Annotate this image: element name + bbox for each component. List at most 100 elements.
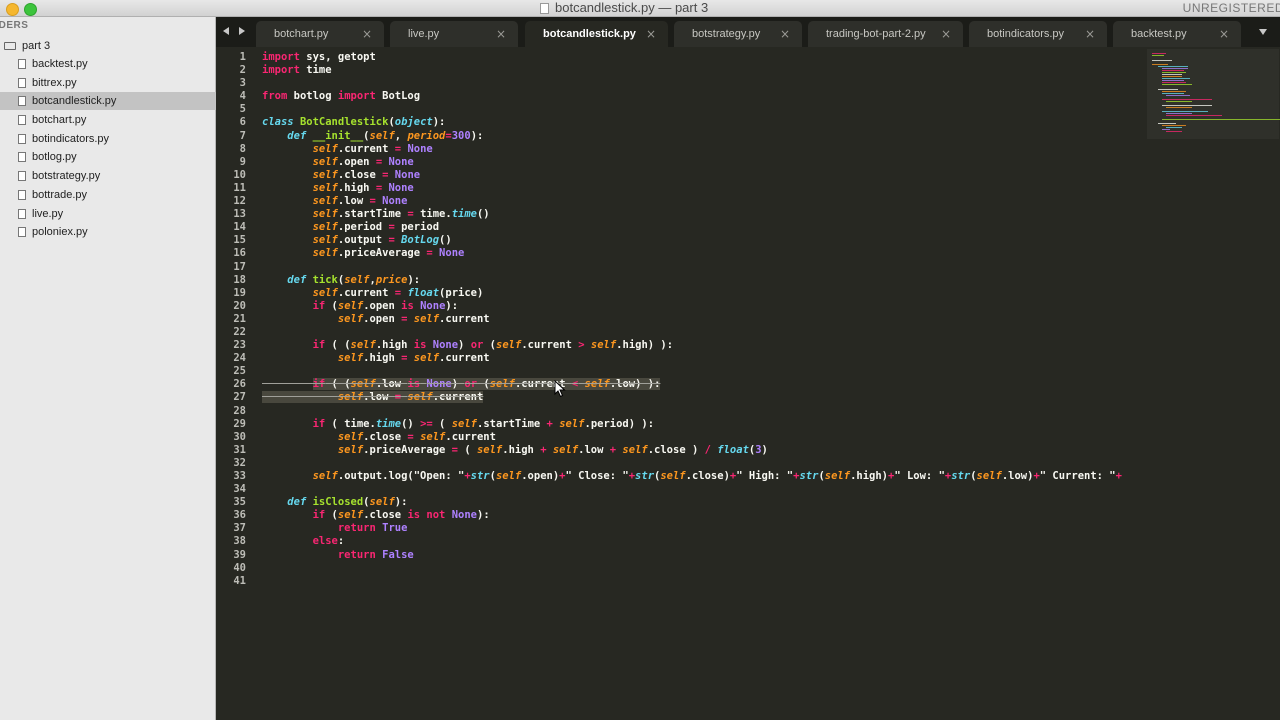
tab-botstrategy-py[interactable]: botstrategy.py × <box>674 21 802 47</box>
tab-label: trading-bot-part-2.py <box>826 28 926 40</box>
code-token: def <box>287 273 307 286</box>
tab-close-icon[interactable]: × <box>646 27 656 41</box>
tab-close-icon[interactable]: × <box>780 27 790 41</box>
code-token: .open <box>363 299 402 312</box>
code-token: (price) <box>439 286 484 299</box>
line-number: 7 <box>239 129 246 142</box>
code-line: if ( time.time() >= ( self.startTime + s… <box>262 418 1122 431</box>
code-token: None <box>388 181 414 194</box>
line-number: 8 <box>239 142 246 155</box>
minimap-line <box>1166 131 1182 133</box>
code-token: self <box>312 247 338 260</box>
code-token: str <box>635 470 655 482</box>
code-line: import time <box>262 64 1122 77</box>
tab-dropdown-icon[interactable] <box>1259 29 1267 35</box>
tab-trading-bot-part-2-py[interactable]: trading-bot-part-2.py × <box>808 21 963 47</box>
code-token: .close) <box>685 470 730 482</box>
code-token: self <box>590 339 617 352</box>
code-token: >= <box>420 417 433 430</box>
folder-item[interactable]: part 3 <box>4 38 50 53</box>
line-number: 12 <box>233 195 246 208</box>
sidebar-file-item[interactable]: botchart.py <box>0 111 216 129</box>
tab-botcandlestick-py[interactable]: botcandlestick.py × <box>525 21 668 47</box>
window-title-group: botcandlestick.py — part 3 <box>540 0 708 16</box>
tab-backtest-py[interactable]: backtest.py × <box>1113 21 1241 47</box>
sidebar-file-item[interactable]: poloniex.py <box>0 223 216 241</box>
code-token: ( <box>483 339 497 352</box>
code-token: None <box>420 299 446 312</box>
code-token: ( <box>458 443 477 456</box>
code-token: import <box>262 51 300 63</box>
code-token: .startTime <box>477 417 547 430</box>
code-token: self <box>476 443 503 456</box>
sidebar-file-item[interactable]: live.py <box>0 205 216 223</box>
code-token: .open) <box>521 470 560 482</box>
code-line: self.period = period <box>262 221 1122 234</box>
line-number: 2 <box>239 64 246 77</box>
code-token: self <box>312 208 338 221</box>
code-token: period <box>407 129 446 142</box>
code-token: ): <box>394 496 408 509</box>
tab-close-icon[interactable]: × <box>1085 27 1095 41</box>
line-number: 13 <box>233 208 246 221</box>
code-token: else <box>312 535 338 548</box>
code-token: ) <box>458 339 471 352</box>
tab-close-icon[interactable]: × <box>496 27 506 41</box>
code-token: ): <box>432 116 446 129</box>
minimap[interactable] <box>1146 47 1280 720</box>
file-label: botstrategy.py <box>32 170 101 182</box>
tab-close-icon[interactable]: × <box>1219 27 1229 41</box>
tab-botchart-py[interactable]: botchart.py × <box>256 21 384 47</box>
tab-live-py[interactable]: live.py × <box>390 21 518 47</box>
code-token: .low) ): <box>609 378 661 391</box>
line-number: 11 <box>233 181 246 194</box>
code-token: .period) ): <box>584 417 655 430</box>
line-number: 22 <box>233 325 246 338</box>
sidebar: LDERS part 3 backtest.py bittrex.py botcan… <box>0 17 216 720</box>
tab-close-icon[interactable]: × <box>362 27 372 41</box>
code-token: period <box>394 221 440 234</box>
sidebar-file-item[interactable]: botcandlestick.py <box>0 92 216 110</box>
line-number: 32 <box>233 456 246 469</box>
code-token: .low <box>337 195 370 208</box>
code-token: .high <box>375 339 414 352</box>
code-token: None <box>394 168 421 181</box>
line-number: 24 <box>233 352 246 365</box>
file-label: backtest.py <box>32 58 88 70</box>
code-token: BotLog <box>375 90 421 103</box>
tab-scroll-right-icon[interactable] <box>239 27 245 35</box>
sidebar-file-item[interactable]: botindicators.py <box>0 130 216 148</box>
tab-close-icon[interactable]: × <box>941 27 951 41</box>
code-token: self <box>312 221 338 234</box>
tab-scroll-left-icon[interactable] <box>223 27 229 35</box>
code-token: .high) <box>850 470 888 482</box>
code-line: else: <box>262 535 1122 548</box>
minimap-line <box>1162 84 1192 86</box>
line-number: 18 <box>233 273 246 286</box>
tab-botindicators-py[interactable]: botindicators.py × <box>969 21 1107 47</box>
file-icon <box>18 115 26 125</box>
line-number: 17 <box>233 260 246 273</box>
code-token: self <box>413 312 440 325</box>
sidebar-file-item[interactable]: botlog.py <box>0 148 216 166</box>
code-token: price <box>375 273 408 286</box>
zoom-button[interactable] <box>24 3 37 16</box>
sidebar-file-item[interactable]: bittrex.py <box>0 74 216 92</box>
file-label: bittrex.py <box>32 77 77 89</box>
code-line: self.priceAverage = None <box>262 247 1122 260</box>
code-editor[interactable]: 1 2 3 4 5 6 7 8 9 10 11 12 13 14 15 16 17 18 19 20 21 22 23 24 2… <box>216 47 1146 720</box>
file-icon <box>18 96 26 106</box>
sidebar-file-item[interactable]: botstrategy.py <box>0 167 216 185</box>
code-token: self <box>344 273 370 286</box>
minimize-button[interactable] <box>6 3 19 16</box>
sidebar-file-item[interactable]: backtest.py <box>0 55 216 73</box>
code-line: self.close = self.current <box>262 431 1122 444</box>
sidebar-file-item[interactable]: bottrade.py <box>0 186 216 204</box>
minimap-line <box>1166 115 1222 117</box>
code-area[interactable]: import sys, getopt import time from botlog… <box>262 51 1122 588</box>
line-number: 9 <box>239 155 246 168</box>
